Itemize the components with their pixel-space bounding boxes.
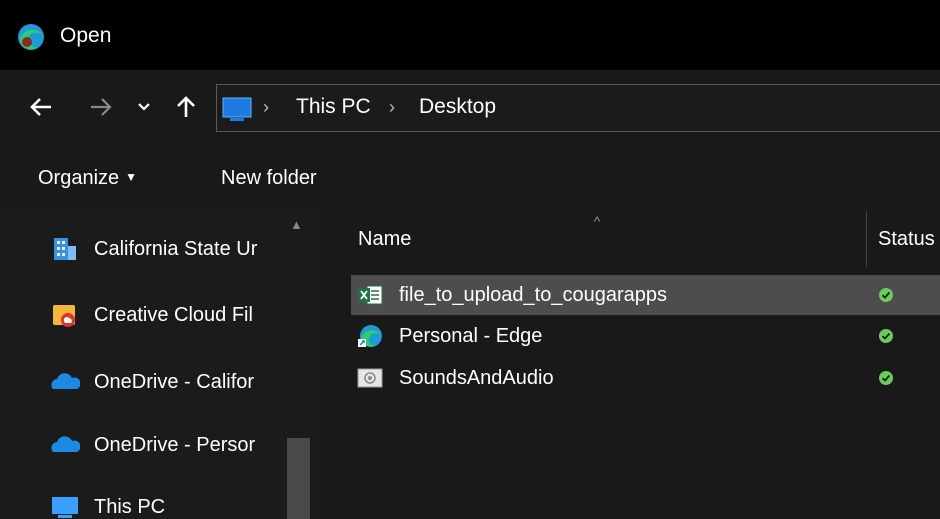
column-header-status[interactable]: Status <box>878 228 935 251</box>
column-header-name[interactable]: Name <box>358 228 411 251</box>
nav-item-onedrive-personal[interactable]: OneDrive - Persor <box>50 425 290 465</box>
computer-icon <box>52 497 78 518</box>
title-bar: Open <box>0 0 940 70</box>
file-name: SoundsAndAudio <box>399 367 554 389</box>
organize-button[interactable]: Organize ▼ <box>38 167 137 190</box>
forward-button[interactable] <box>86 92 116 122</box>
breadcrumb-this-pc[interactable]: This PC <box>296 95 371 119</box>
arrow-left-icon <box>30 98 51 116</box>
nav-scrollbar-thumb[interactable] <box>287 438 310 519</box>
nav-item-california-state[interactable]: California State Ur <box>50 229 290 269</box>
file-name: Personal - Edge <box>399 325 543 347</box>
sync-ok-check-icon <box>879 329 893 343</box>
onedrive-cloud-icon <box>51 436 80 452</box>
sync-ok-check-icon <box>879 371 893 385</box>
nav-item-label: California State Ur <box>94 237 258 260</box>
breadcrumb-separator-icon: › <box>389 97 395 117</box>
nav-item-creative-cloud[interactable]: Creative Cloud Fil <box>50 295 290 335</box>
excel-file-icon <box>358 285 383 305</box>
nav-item-label: Creative Cloud Fil <box>94 303 253 326</box>
file-name: file_to_upload_to_cougarapps <box>399 284 667 306</box>
breadcrumb-desktop[interactable]: Desktop <box>419 95 496 119</box>
column-divider[interactable] <box>866 211 867 267</box>
onedrive-cloud-icon <box>51 373 80 389</box>
organize-label: Organize <box>38 167 120 189</box>
window-title: Open <box>60 24 112 47</box>
new-folder-button[interactable]: New folder <box>221 167 317 190</box>
nav-item-label: OneDrive - Persor <box>94 433 256 456</box>
sync-ok-check-icon <box>879 288 893 302</box>
back-button[interactable] <box>26 92 56 122</box>
arrow-up-icon <box>177 96 195 117</box>
up-button[interactable] <box>171 92 201 122</box>
edge-app-icon <box>18 24 44 50</box>
nav-item-onedrive-california[interactable]: OneDrive - Califor <box>50 362 290 402</box>
nav-item-this-pc[interactable]: This PC <box>50 487 290 519</box>
computer-icon <box>222 97 252 121</box>
address-bar[interactable]: › This PC › Desktop <box>216 84 940 132</box>
creative-cloud-folder-icon <box>53 305 75 327</box>
file-row-excel[interactable]: file_to_upload_to_cougarapps <box>351 275 940 315</box>
sort-ascending-icon: ^ <box>594 214 601 229</box>
navigation-bar: › This PC › Desktop <box>0 70 940 146</box>
arrow-right-icon <box>91 98 112 116</box>
nav-item-label: OneDrive - Califor <box>94 370 255 393</box>
recent-locations-button[interactable] <box>134 92 154 122</box>
breadcrumb-separator-icon: › <box>263 97 269 117</box>
file-list: ^ Name Status file_to_upload_to_cougarap… <box>318 211 940 519</box>
nav-item-label: This PC <box>94 495 166 518</box>
file-row-edge[interactable]: Personal - Edge <box>351 316 940 356</box>
edge-shortcut-icon <box>358 325 382 347</box>
chevron-down-icon <box>138 103 150 111</box>
file-row-sounds[interactable]: SoundsAndAudio <box>351 358 940 398</box>
caret-down-icon: ▼ <box>125 170 138 184</box>
navigation-pane: California State Ur Creative Cloud Fil O… <box>0 211 318 519</box>
building-icon <box>54 238 76 260</box>
scroll-up-arrow-icon[interactable]: ▲ <box>290 217 303 232</box>
sound-shortcut-icon <box>357 368 383 388</box>
command-bar: Organize ▼ New folder <box>0 146 940 211</box>
